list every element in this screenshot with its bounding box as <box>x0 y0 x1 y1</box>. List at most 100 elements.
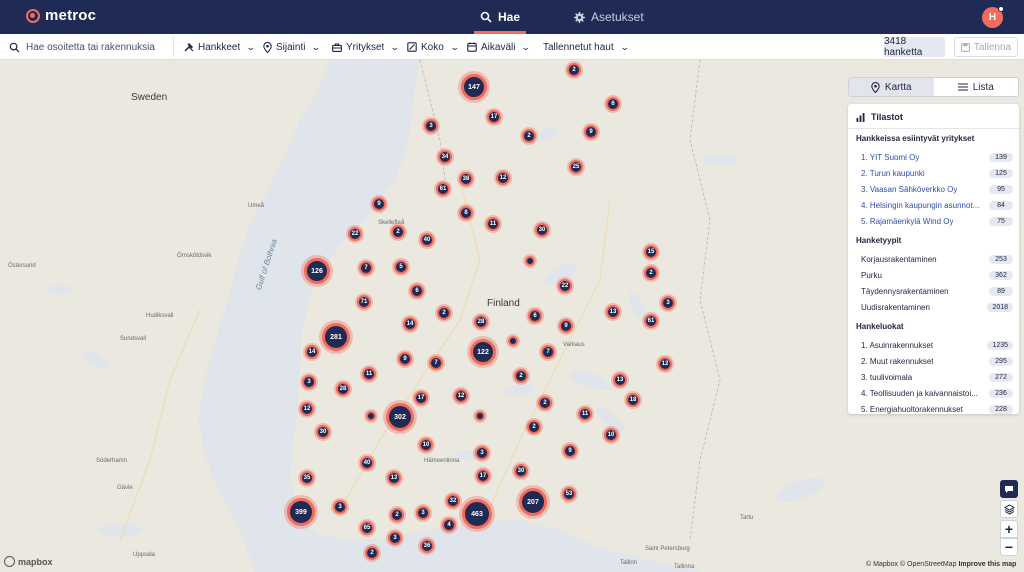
cluster-marker[interactable]: 65 <box>360 521 374 535</box>
cluster-marker[interactable]: 15 <box>644 245 658 259</box>
view-toggle-list[interactable]: Lista <box>934 78 1019 96</box>
cluster-marker[interactable]: 207 <box>519 488 547 516</box>
cluster-marker[interactable]: 36 <box>420 539 434 553</box>
cluster-marker[interactable]: 6 <box>410 284 424 298</box>
cluster-marker[interactable]: 9 <box>398 352 412 366</box>
view-toggle-map[interactable]: Kartta <box>849 78 934 96</box>
cluster-marker[interactable]: 9 <box>372 197 386 211</box>
cluster-marker[interactable]: 28 <box>474 315 488 329</box>
cluster-marker[interactable]: 281 <box>322 323 350 351</box>
cluster-marker[interactable]: 11 <box>486 217 500 231</box>
cluster-marker[interactable]: 7 <box>359 261 373 275</box>
cluster-marker[interactable]: 38 <box>459 172 473 186</box>
zoom-in-button[interactable]: + <box>1000 520 1018 538</box>
tab-hae[interactable]: Hae <box>474 0 527 34</box>
search-input[interactable] <box>26 41 166 53</box>
cluster-marker[interactable]: 9 <box>559 319 573 333</box>
filter-tallennetut-haut[interactable]: Tallennetut haut ⌄ <box>543 39 629 55</box>
cluster-marker[interactable]: 2 <box>365 546 379 560</box>
cluster-marker[interactable]: 30 <box>316 425 330 439</box>
cluster-marker[interactable]: 2 <box>391 225 405 239</box>
cluster-marker[interactable]: 147 <box>461 74 487 100</box>
cluster-marker[interactable]: 71 <box>357 295 371 309</box>
filter-hankkeet[interactable]: Hankkeet ⌄ <box>184 39 256 55</box>
cluster-marker[interactable]: 61 <box>644 314 658 328</box>
attribution-text[interactable]: © Mapbox © OpenStreetMap <box>866 561 956 568</box>
cluster-marker[interactable]: 53 <box>562 487 576 501</box>
save-search-button[interactable]: Tallenna <box>954 37 1018 57</box>
cluster-marker[interactable]: 40 <box>420 233 434 247</box>
cluster-marker[interactable]: 2 <box>644 266 658 280</box>
stats-row-label[interactable]: 1. YIT Suomi Oy <box>856 153 919 162</box>
stats-row[interactable]: 3. Vaasan Sähköverkko Oy 95 <box>856 181 1013 197</box>
cluster-marker[interactable]: 34 <box>438 150 452 164</box>
single-project-marker[interactable] <box>525 256 535 266</box>
cluster-marker[interactable]: 399 <box>287 498 315 526</box>
search-box[interactable] <box>4 37 174 57</box>
cluster-marker[interactable]: 9 <box>584 125 598 139</box>
stats-row-label[interactable]: 2. Turun kaupunki <box>856 169 925 178</box>
cluster-marker[interactable]: 7 <box>541 345 555 359</box>
cluster-marker[interactable]: 2 <box>514 369 528 383</box>
cluster-marker[interactable]: 13 <box>606 305 620 319</box>
cluster-marker[interactable]: 2 <box>567 63 581 77</box>
cluster-marker[interactable]: 12 <box>300 402 314 416</box>
improve-map-link[interactable]: Improve this map <box>958 561 1016 568</box>
cluster-marker[interactable]: 7 <box>429 356 443 370</box>
single-project-marker[interactable] <box>508 336 518 346</box>
cluster-marker[interactable]: 2 <box>538 396 552 410</box>
filter-koko[interactable]: Koko ⌄ <box>407 39 459 55</box>
cluster-marker[interactable]: 3 <box>661 296 675 310</box>
cluster-marker[interactable]: 10 <box>604 428 618 442</box>
cluster-marker[interactable]: 22 <box>558 279 572 293</box>
stats-row[interactable]: 2. Turun kaupunki 125 <box>856 165 1013 181</box>
stats-row[interactable]: 5. Rajamäenkylä Wind Oy 75 <box>856 213 1013 229</box>
stats-row-label[interactable]: 5. Rajamäenkylä Wind Oy <box>856 217 953 226</box>
filter-aikavali[interactable]: Aikaväli ⌄ <box>467 39 531 55</box>
cluster-marker[interactable]: 2 <box>437 306 451 320</box>
tab-asetukset[interactable]: Asetukset <box>574 0 644 34</box>
cluster-marker[interactable]: 17 <box>414 391 428 405</box>
cluster-marker[interactable]: 18 <box>626 393 640 407</box>
cluster-marker[interactable]: 2 <box>390 508 404 522</box>
stats-row-label[interactable]: 3. Vaasan Sähköverkko Oy <box>856 185 957 194</box>
cluster-marker[interactable]: 11 <box>362 367 376 381</box>
layers-button[interactable] <box>1000 500 1018 518</box>
cluster-marker[interactable]: 463 <box>462 499 492 529</box>
zoom-out-button[interactable]: − <box>1000 538 1018 556</box>
cluster-marker[interactable]: 32 <box>446 494 460 508</box>
cluster-marker[interactable]: 126 <box>304 258 330 284</box>
stats-row[interactable]: 4. Helsingin kaupungin asunnot... 84 <box>856 197 1013 213</box>
cluster-marker[interactable]: 13 <box>613 373 627 387</box>
cluster-marker[interactable]: 14 <box>305 345 319 359</box>
metroc-logo[interactable]: metroc <box>26 7 96 24</box>
cluster-marker[interactable]: 9 <box>563 444 577 458</box>
cluster-marker[interactable]: 10 <box>419 438 433 452</box>
cluster-marker[interactable]: 17 <box>476 469 490 483</box>
chat-button[interactable] <box>1000 480 1018 498</box>
cluster-marker[interactable]: 12 <box>454 389 468 403</box>
cluster-marker[interactable]: 25 <box>569 160 583 174</box>
single-project-marker[interactable] <box>475 411 485 421</box>
cluster-marker[interactable]: 2 <box>522 129 536 143</box>
single-project-marker[interactable] <box>366 411 376 421</box>
cluster-marker[interactable]: 12 <box>496 171 510 185</box>
cluster-marker[interactable]: 3 <box>388 531 402 545</box>
cluster-marker[interactable]: 2 <box>527 420 541 434</box>
cluster-marker[interactable]: 14 <box>403 317 417 331</box>
cluster-marker[interactable]: 3 <box>424 119 438 133</box>
stats-row[interactable]: 1. YIT Suomi Oy 139 <box>856 149 1013 165</box>
cluster-marker[interactable]: 40 <box>360 456 374 470</box>
cluster-marker[interactable]: 3 <box>416 506 430 520</box>
filter-sijainti[interactable]: Sijainti ⌄ <box>263 39 321 55</box>
cluster-marker[interactable]: 3 <box>475 446 489 460</box>
cluster-marker[interactable]: 35 <box>300 471 314 485</box>
cluster-marker[interactable]: 22 <box>348 227 362 241</box>
cluster-marker[interactable]: 17 <box>487 110 501 124</box>
cluster-marker[interactable]: 11 <box>578 407 592 421</box>
cluster-marker[interactable]: 302 <box>386 403 414 431</box>
cluster-marker[interactable]: 122 <box>470 339 496 365</box>
cluster-marker[interactable]: 30 <box>514 464 528 478</box>
filter-yritykset[interactable]: Yritykset ⌄ <box>332 39 400 55</box>
cluster-marker[interactable]: 30 <box>535 223 549 237</box>
